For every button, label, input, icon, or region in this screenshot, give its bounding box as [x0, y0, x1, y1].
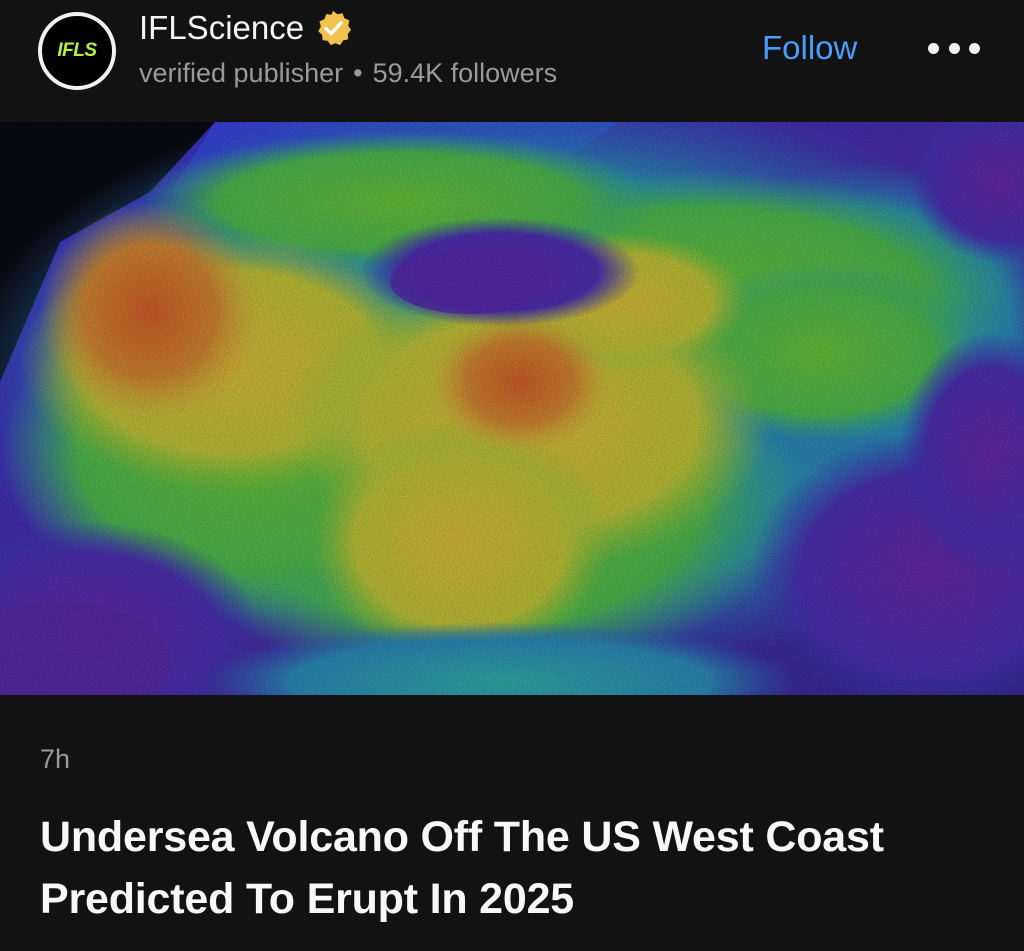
publisher-header: IFLS IFLScience verified publisher • 59.4K…	[0, 0, 1024, 122]
article-headline[interactable]: Undersea Volcano Off The US West Coast P…	[40, 806, 960, 930]
feed-card: IFLS IFLScience verified publisher • 59.4K…	[0, 0, 1024, 951]
follow-button[interactable]: Follow	[762, 28, 857, 68]
publisher-type: verified publisher	[139, 58, 344, 88]
publisher-meta: verified publisher • 59.4K followers	[139, 56, 557, 90]
follower-count: 59.4K followers	[372, 58, 558, 88]
publisher-name-label: IFLScience	[139, 9, 305, 46]
verified-badge-icon	[318, 10, 352, 46]
meta-separator: •	[353, 58, 363, 88]
bathymetry-image	[0, 122, 1024, 695]
more-dot	[928, 42, 939, 54]
more-options-icon[interactable]	[928, 30, 980, 66]
more-dot	[948, 42, 960, 54]
post-time: 7h	[40, 744, 71, 774]
publisher-avatar[interactable]: IFLS	[38, 12, 116, 90]
publisher-name[interactable]: IFLScience	[139, 8, 352, 48]
article-image[interactable]	[0, 122, 1024, 695]
avatar-logo-text: IFLS	[57, 40, 97, 61]
more-dot	[969, 42, 980, 54]
